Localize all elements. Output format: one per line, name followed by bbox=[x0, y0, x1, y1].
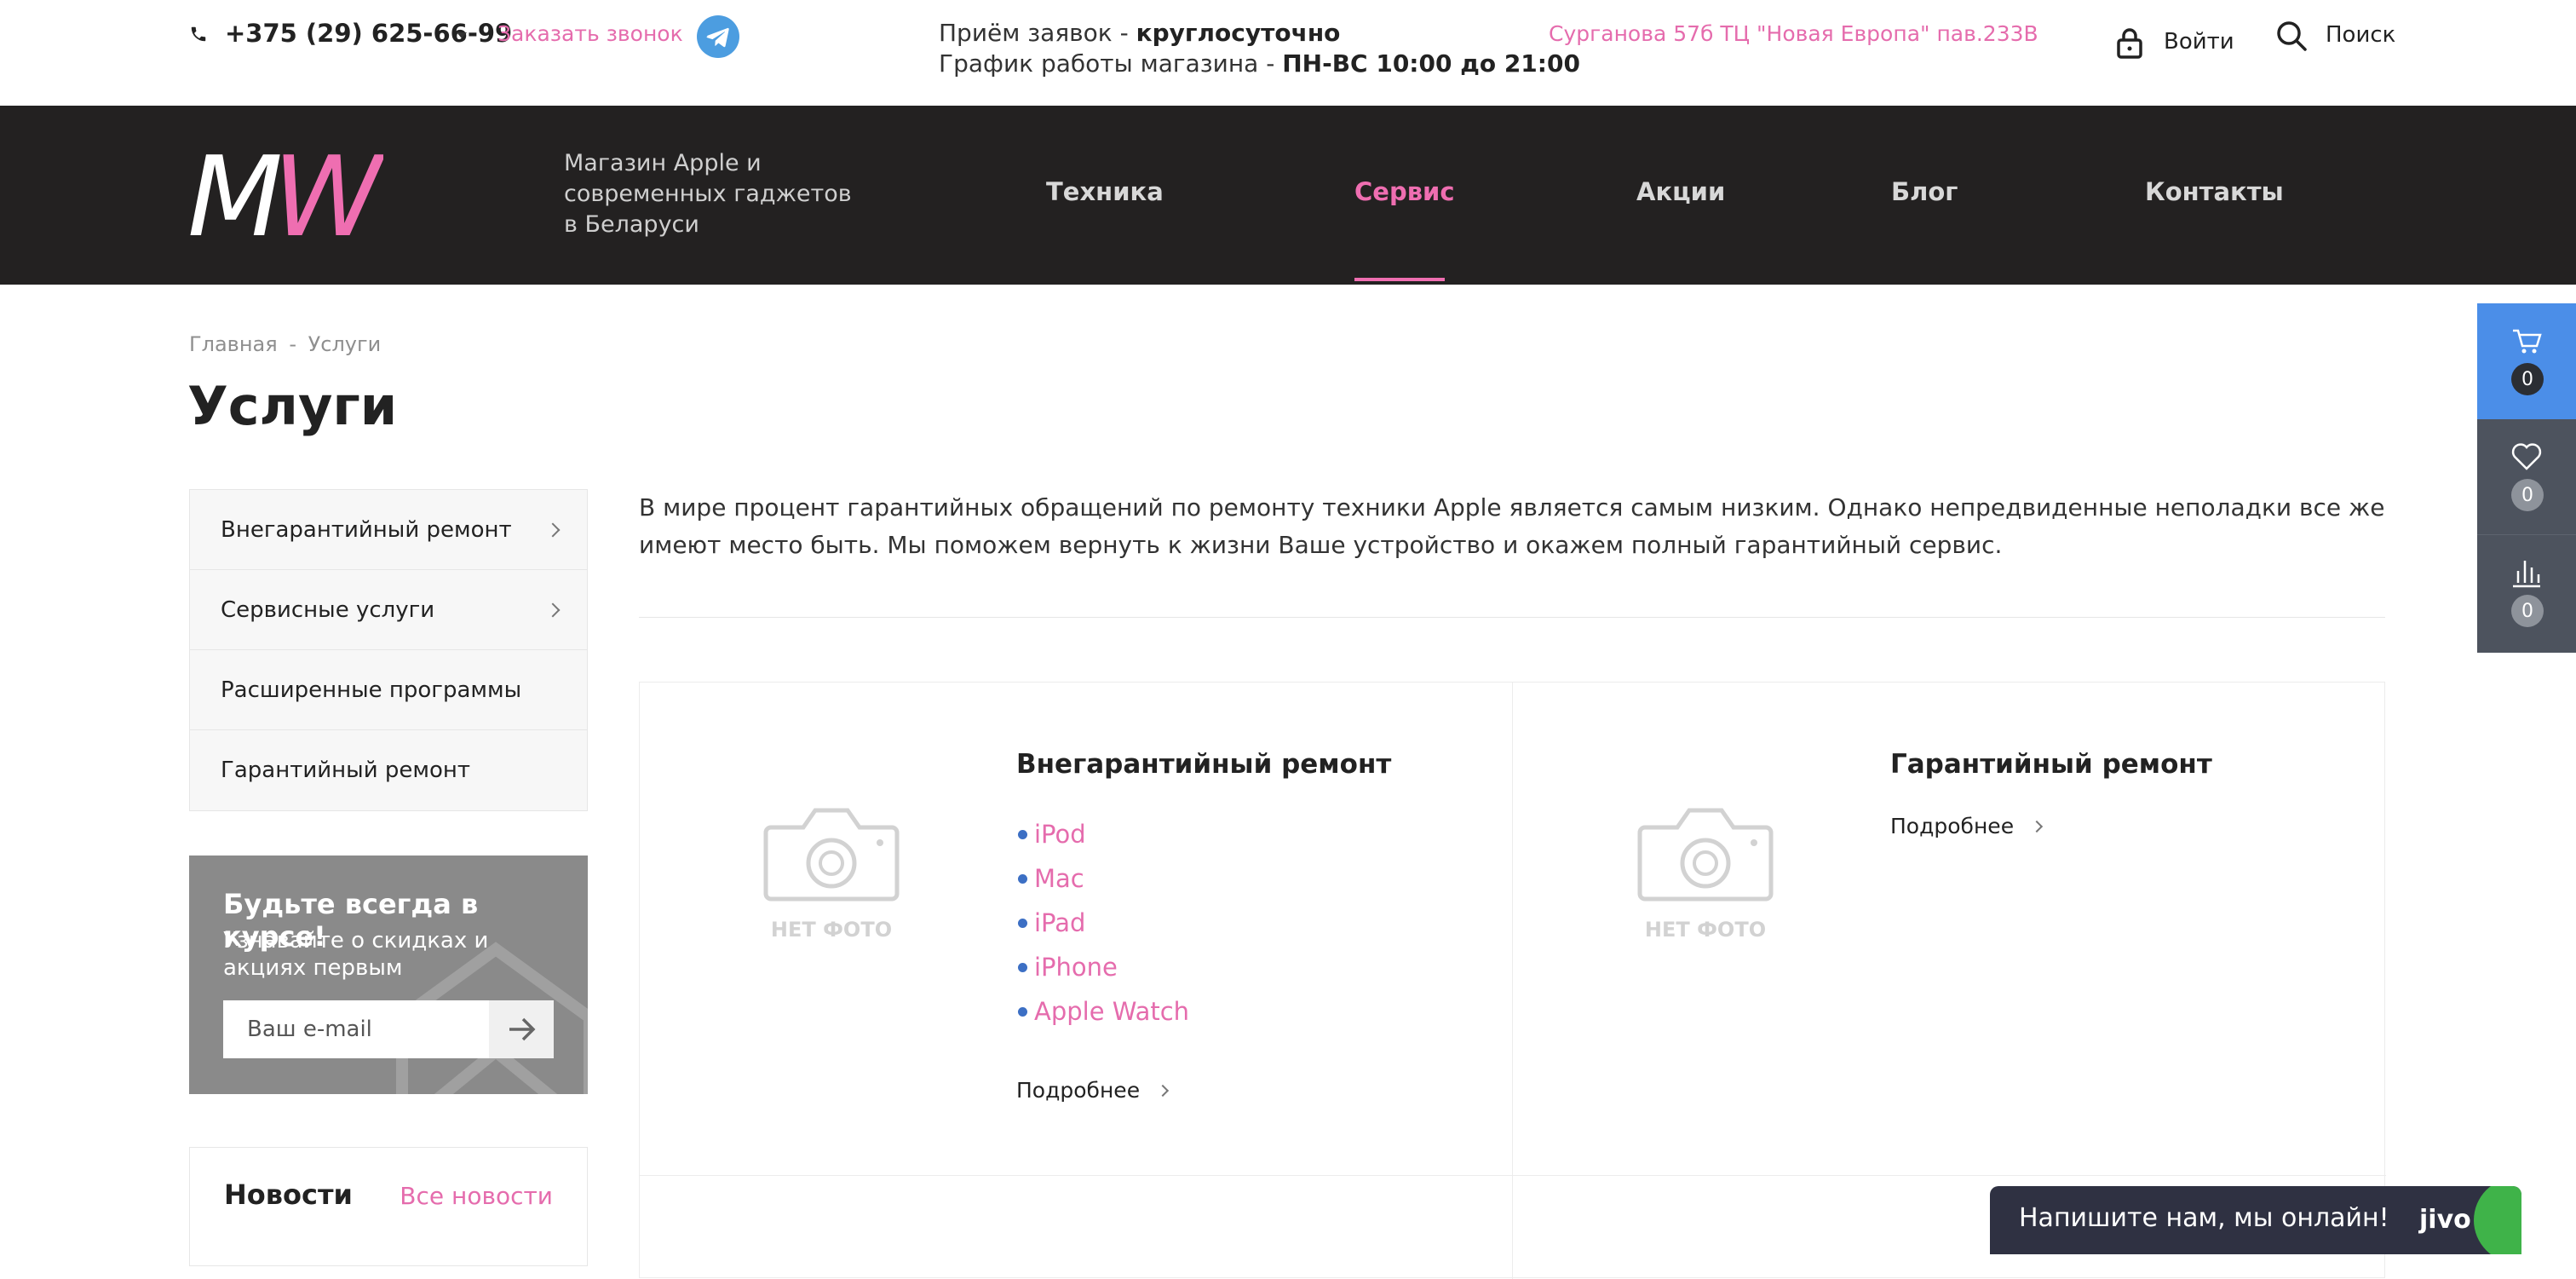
chevron-right-icon bbox=[545, 602, 561, 617]
phone-dropdown-icon[interactable] bbox=[457, 32, 467, 38]
breadcrumb-separator: - bbox=[289, 332, 296, 356]
active-nav-indicator bbox=[1354, 278, 1445, 281]
sidebar-item-extended-programs[interactable]: Расширенные программы bbox=[190, 650, 587, 730]
chevron-right-icon bbox=[1157, 1084, 1170, 1097]
chat-brand-logo: jivo bbox=[2419, 1205, 2471, 1235]
arrow-right-icon bbox=[509, 1017, 536, 1041]
compare-count-badge: 0 bbox=[2511, 595, 2544, 627]
compare-button[interactable]: 0 bbox=[2477, 535, 2576, 651]
chat-status-indicator bbox=[2474, 1186, 2521, 1254]
sidebar-item-label: Сервисные услуги bbox=[221, 596, 435, 623]
list-item[interactable]: iPad bbox=[1018, 901, 1189, 945]
sidebar-item-label: Расширенные программы bbox=[221, 677, 522, 703]
sidebar-item-label: Гарантийный ремонт bbox=[221, 758, 471, 783]
list-item[interactable]: iPod bbox=[1018, 812, 1189, 856]
search-icon[interactable] bbox=[2274, 19, 2309, 53]
bullet-icon bbox=[1018, 962, 1027, 972]
bullet-icon bbox=[1018, 918, 1027, 928]
bullet-icon bbox=[1018, 873, 1027, 884]
logo-letter-w: W bbox=[273, 143, 383, 245]
favorites-button[interactable]: 0 bbox=[2477, 419, 2576, 535]
side-widget: 0 0 0 bbox=[2477, 303, 2576, 653]
site-tagline: Магазин Apple и современных гаджетов в Б… bbox=[564, 150, 852, 238]
bullet-icon bbox=[1018, 829, 1027, 839]
breadcrumb: Главная - Услуги bbox=[189, 332, 381, 356]
divider bbox=[639, 617, 2385, 618]
nav-tehnika[interactable]: Техника bbox=[1046, 177, 1164, 206]
order-hours: Приём заявок - круглосуточно bbox=[939, 19, 1341, 47]
breadcrumb-home[interactable]: Главная bbox=[189, 332, 278, 356]
breadcrumb-current: Услуги bbox=[308, 332, 382, 356]
compare-chart-icon bbox=[2513, 561, 2540, 588]
grid-divider bbox=[1512, 683, 1513, 1279]
svg-text:НЕТ ФОТО: НЕТ ФОТО bbox=[1645, 918, 1766, 942]
card-title[interactable]: Внегарантийный ремонт bbox=[1016, 749, 1391, 780]
cart-button[interactable]: 0 bbox=[2477, 303, 2576, 419]
bullet-icon bbox=[1018, 1006, 1027, 1017]
chat-prompt: Напишите нам, мы онлайн! bbox=[2019, 1203, 2389, 1233]
list-item[interactable]: iPhone bbox=[1018, 945, 1189, 989]
subscribe-box: Будьте всегда в курсе! Узнавайте о скидк… bbox=[189, 856, 588, 1094]
chat-widget[interactable]: Напишите нам, мы онлайн! jivo bbox=[1990, 1186, 2521, 1254]
nav-blog[interactable]: Блог bbox=[1891, 177, 1958, 206]
sidebar-item-services[interactable]: Сервисные услуги bbox=[190, 570, 587, 650]
cart-count-badge: 0 bbox=[2511, 363, 2544, 395]
sidebar-menu: Внегарантийный ремонт Сервисные услуги Р… bbox=[189, 489, 588, 811]
top-bar: +375 (29) 625-66-99 Заказать звонок Приё… bbox=[0, 0, 2576, 106]
sidebar-item-label: Внегарантийный ремонт bbox=[221, 516, 512, 543]
nav-kontakty[interactable]: Контакты bbox=[2145, 177, 2284, 206]
svg-text:НЕТ ФОТО: НЕТ ФОТО bbox=[771, 918, 892, 942]
intro-text: В мире процент гарантийных обращений по … bbox=[639, 493, 2385, 559]
news-title: Новости bbox=[224, 1178, 353, 1211]
search-link[interactable]: Поиск bbox=[2326, 22, 2395, 48]
list-item[interactable]: Mac bbox=[1018, 856, 1189, 901]
phone-link[interactable]: +375 (29) 625-66-99 bbox=[225, 19, 512, 48]
more-link[interactable]: Подробнее bbox=[1016, 1078, 1170, 1103]
list-item[interactable]: Apple Watch bbox=[1018, 989, 1189, 1034]
login-link[interactable]: Войти bbox=[2164, 29, 2234, 55]
grid-divider bbox=[640, 1175, 2386, 1176]
store-address-link[interactable]: Сурганова 57б ТЦ "Новая Европа" пав.233В bbox=[1549, 21, 2038, 46]
nav-servis[interactable]: Сервис bbox=[1354, 177, 1455, 206]
card-title[interactable]: Гарантийный ремонт bbox=[1890, 749, 2212, 780]
chevron-right-icon bbox=[545, 522, 561, 537]
chevron-right-icon bbox=[2031, 820, 2044, 833]
email-field[interactable] bbox=[223, 1000, 489, 1058]
telegram-icon[interactable] bbox=[697, 15, 739, 58]
logo-letter-m: M bbox=[187, 143, 283, 245]
cart-icon bbox=[2513, 329, 2542, 354]
store-hours: График работы магазина - ПН-ВС 10:00 до … bbox=[939, 49, 1580, 78]
no-photo-camera-icon: НЕТ ФОТО bbox=[1637, 808, 1774, 942]
sidebar-item-warranty[interactable]: Гарантийный ремонт bbox=[190, 730, 587, 810]
news-box: Новости Все новости bbox=[189, 1147, 588, 1266]
page-title: Услуги bbox=[187, 375, 398, 437]
sidebar-item-out-of-warranty[interactable]: Внегарантийный ремонт bbox=[190, 490, 587, 570]
subscribe-text: Узнавайте о скидках и акциях первым bbox=[223, 928, 489, 981]
more-link[interactable]: Подробнее bbox=[1890, 814, 2044, 838]
phone-icon bbox=[191, 26, 206, 42]
favorites-count-badge: 0 bbox=[2511, 479, 2544, 511]
callback-link[interactable]: Заказать звонок bbox=[497, 21, 683, 46]
nav-akcii[interactable]: Акции bbox=[1636, 177, 1725, 206]
heart-icon bbox=[2511, 443, 2542, 470]
no-photo-camera-icon: НЕТ ФОТО bbox=[763, 808, 900, 942]
subscribe-submit-button[interactable] bbox=[489, 1000, 554, 1058]
card-link-list: iPod Mac iPad iPhone Apple Watch bbox=[1018, 812, 1189, 1034]
all-news-link[interactable]: Все новости bbox=[400, 1182, 553, 1210]
lock-icon[interactable] bbox=[2114, 27, 2145, 60]
